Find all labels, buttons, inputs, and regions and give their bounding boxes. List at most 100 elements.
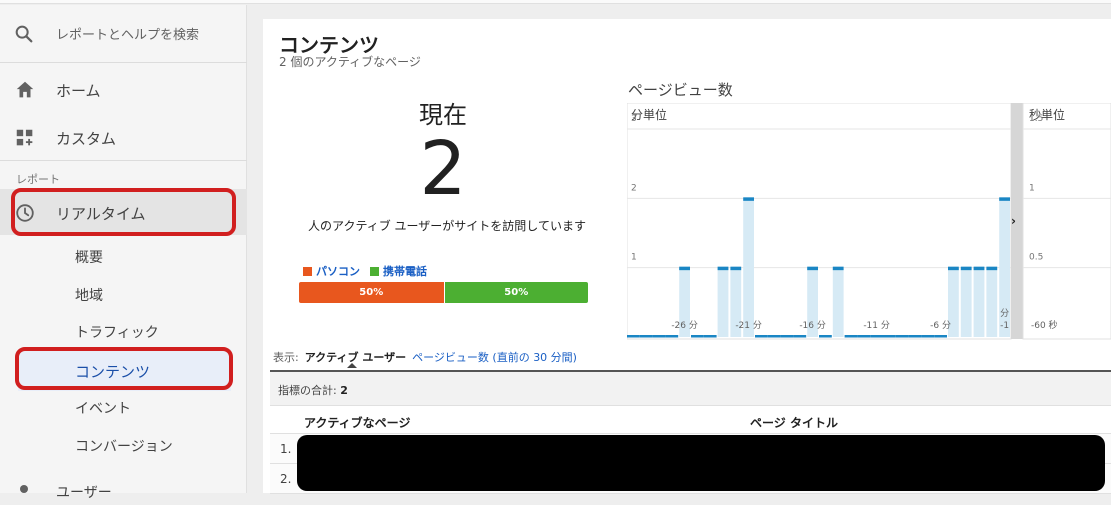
y-tick-label: 1 [1029, 183, 1035, 193]
x-tick-label: -26 分 [671, 320, 698, 331]
bar-baseline [819, 335, 832, 338]
view-active-users[interactable]: アクティブ ユーザー [305, 349, 406, 368]
col-page-title[interactable]: ページ タイトル [750, 414, 838, 431]
bar-baseline [755, 335, 768, 338]
legend-mobile-swatch [370, 266, 379, 276]
desktop-segment: 50% [299, 282, 444, 303]
bar-cap [807, 266, 818, 271]
content-table: 指標の合計: 2 アクティブなページ ページ タイトル 1. 2. [270, 370, 1111, 494]
pageviews-charts: 分単位 123 -26 分 -21 分 -16 分 -11 分 -6 分 -1分 › 秒単… [627, 103, 1111, 340]
sub-item-content[interactable]: コンテンツ [18, 349, 231, 391]
bar-cap [999, 197, 1010, 201]
sub-item-events[interactable]: イベント [75, 398, 131, 418]
active-users-count: 2 [419, 126, 467, 212]
x-tick-label: -11 分 [863, 320, 890, 331]
totals-row: 指標の合計: 2 [270, 372, 1111, 406]
bar-baseline [895, 335, 909, 338]
pageviews-title: ページビュー数 [628, 81, 733, 99]
redaction-block [297, 435, 1105, 491]
mobile-pct: 50% [504, 287, 529, 298]
sub-item-overview[interactable]: 概要 [75, 247, 103, 267]
legend-desktop-label: パソコン [316, 265, 360, 278]
legend-desktop-swatch [303, 266, 312, 276]
nav-home-label: ホーム [56, 82, 101, 100]
desktop-pct: 50% [359, 287, 384, 298]
bar-fill [717, 267, 729, 337]
nav-realtime[interactable]: リアルタイム [0, 189, 247, 235]
x-tick-label: -6 分 [930, 320, 951, 331]
bar-baseline [793, 335, 807, 338]
dashboard-plus-icon [16, 129, 33, 146]
row-index: 1. [280, 442, 292, 456]
col-active-page[interactable]: アクティブなページ [304, 414, 410, 431]
now-label: 現在 [419, 101, 467, 129]
bar-fill [832, 267, 844, 337]
bar-baseline [652, 335, 666, 338]
second-chart-ticks: -60 秒 [1031, 319, 1058, 331]
sidebar-divider [0, 160, 247, 161]
main-panel: コンテンツ 2 個のアクティブなページ 現在 2 人のアクティブ ユーザーがサイ… [263, 19, 1111, 494]
totals-label-text: 指標の合計: [278, 384, 337, 397]
bar-baseline [883, 335, 896, 338]
bar-baseline [857, 335, 871, 338]
bar-cap [948, 266, 959, 271]
page-subtitle: 2 個のアクティブなページ [279, 55, 421, 69]
second-chart-frame [1022, 103, 1111, 340]
y-tick-label: 0.5 [1029, 253, 1043, 263]
bar-baseline [844, 335, 858, 338]
bar-cap [730, 266, 742, 271]
sidebar: レポートとヘルプを検索 ホーム カスタム レポート リアルタイム 概要 地域 ト… [0, 5, 247, 501]
device-ratio-bar: 50% 50% [299, 282, 588, 303]
table-header: アクティブなページ ページ タイトル [270, 406, 1111, 434]
bar-baseline [639, 335, 653, 338]
y-tick-label: 2 [631, 183, 637, 193]
bar-cap [973, 266, 985, 271]
y-tick-label: 1.5 [1029, 114, 1043, 124]
totals-value: 2 [340, 384, 348, 397]
search-icon [15, 25, 33, 43]
sub-item-traffic[interactable]: トラフィック [75, 322, 159, 342]
x-unit-label: 分 [1000, 308, 1009, 319]
totals-label: 指標の合計: 2 [278, 382, 348, 398]
bar-fill [973, 267, 985, 337]
device-legend: パソコン 携帯電話 [303, 263, 427, 279]
bar-baseline [870, 335, 883, 338]
nav-home[interactable]: ホーム [0, 66, 247, 112]
reports-section-label: レポート [16, 173, 60, 186]
nav-realtime-label: リアルタイム [56, 205, 146, 223]
mobile-segment: 50% [443, 282, 588, 303]
bar-baseline [767, 335, 781, 338]
sub-item-conversions[interactable]: コンバージョン [75, 436, 173, 456]
bar-baseline [934, 335, 947, 338]
caret-up-icon [346, 363, 357, 368]
sub-item-location[interactable]: 地域 [75, 285, 103, 305]
bar-cap [679, 266, 690, 271]
row-index: 2. [280, 472, 292, 486]
y-tick-label: 3 [631, 114, 637, 124]
search-bar[interactable]: レポートとヘルプを検索 [0, 5, 247, 63]
bar-baseline [627, 335, 640, 338]
nav-custom-label: カスタム [56, 130, 117, 148]
active-users-desc: 人のアクティブ ユーザーがサイトを訪問しています [308, 219, 586, 233]
bar-baseline [665, 335, 679, 338]
top-border [0, 0, 1111, 4]
nav-custom[interactable]: カスタム [0, 114, 247, 160]
bar-cap [717, 266, 729, 271]
home-icon [16, 81, 34, 98]
legend-mobile-label: 携帯電話 [383, 265, 427, 278]
view-selector: 表示: アクティブ ユーザー ページビュー数 (直前の 30 分間) [273, 349, 577, 368]
view-pageviews-link[interactable]: ページビュー数 (直前の 30 分間) [412, 349, 577, 365]
nav-users-label: ユーザー [56, 485, 112, 501]
x-tick-label: -16 分 [799, 320, 826, 331]
chevron-right-icon[interactable]: › [1011, 214, 1016, 228]
sub-item-content-label: コンテンツ [75, 363, 151, 381]
bar-baseline [780, 335, 794, 338]
bar-cap [960, 266, 972, 271]
bar-fill [986, 267, 998, 337]
legend-mobile: 携帯電話 [370, 263, 427, 279]
x-tick-label: -60 秒 [1031, 319, 1058, 331]
nav-users[interactable]: ユーザー [0, 475, 247, 505]
bar-baseline [921, 335, 935, 338]
bar-baseline [908, 335, 922, 338]
legend-desktop: パソコン [303, 263, 360, 279]
